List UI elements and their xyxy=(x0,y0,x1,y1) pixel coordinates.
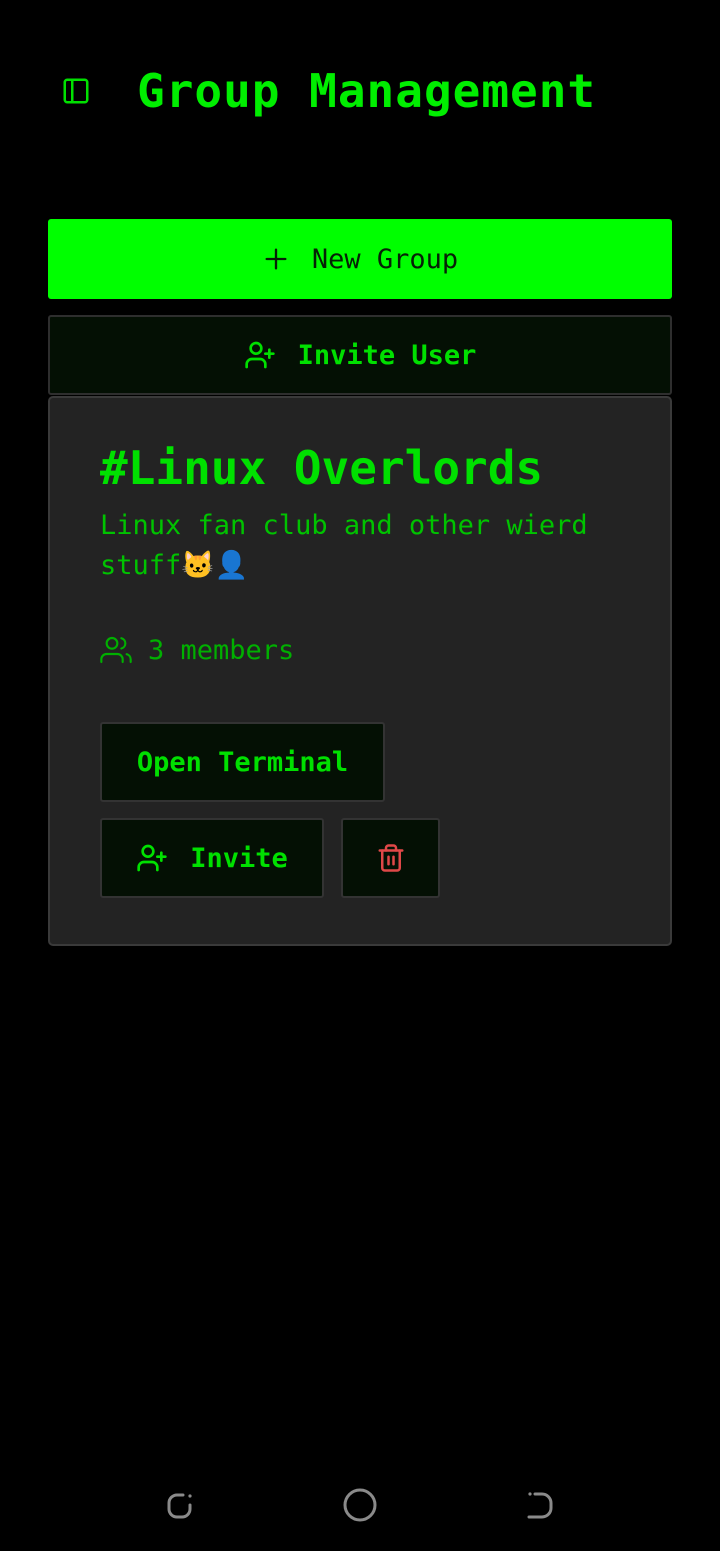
back-icon xyxy=(527,1492,553,1519)
group-description: Linux fan club and other wierd stuff🐱👤 xyxy=(100,510,588,581)
invite-button[interactable]: Invite xyxy=(100,818,324,898)
group-name: #Linux Overlords xyxy=(100,441,544,495)
user-plus-icon xyxy=(244,339,276,371)
open-terminal-button[interactable]: Open Terminal xyxy=(100,722,385,802)
recents-button[interactable] xyxy=(160,1485,200,1525)
member-count-text: 3 members xyxy=(148,634,295,666)
invite-user-button[interactable]: Invite User xyxy=(48,315,672,395)
group-card: #Linux Overlords Linux fan club and othe… xyxy=(48,396,672,946)
users-icon xyxy=(100,634,132,666)
invite-label: Invite xyxy=(190,842,288,874)
member-count: 3 members xyxy=(100,634,294,666)
back-button[interactable] xyxy=(520,1485,560,1525)
sidebar-toggle-button[interactable] xyxy=(58,72,94,110)
new-group-label: New Group xyxy=(311,243,459,275)
sidebar-panel-icon xyxy=(63,78,89,104)
plus-icon xyxy=(262,245,290,273)
invite-user-label: Invite User xyxy=(297,339,477,371)
trash-icon xyxy=(378,844,403,872)
system-navigation-bar xyxy=(0,1455,720,1551)
recents-icon xyxy=(167,1493,192,1519)
user-plus-icon xyxy=(136,842,168,874)
app-header: Group Management xyxy=(0,0,720,180)
delete-group-button[interactable] xyxy=(341,818,440,898)
home-button[interactable] xyxy=(340,1485,380,1525)
new-group-button[interactable]: New Group xyxy=(48,219,672,299)
home-circle-icon xyxy=(343,1488,377,1522)
open-terminal-label: Open Terminal xyxy=(136,746,349,778)
page-title: Group Management xyxy=(137,64,597,118)
